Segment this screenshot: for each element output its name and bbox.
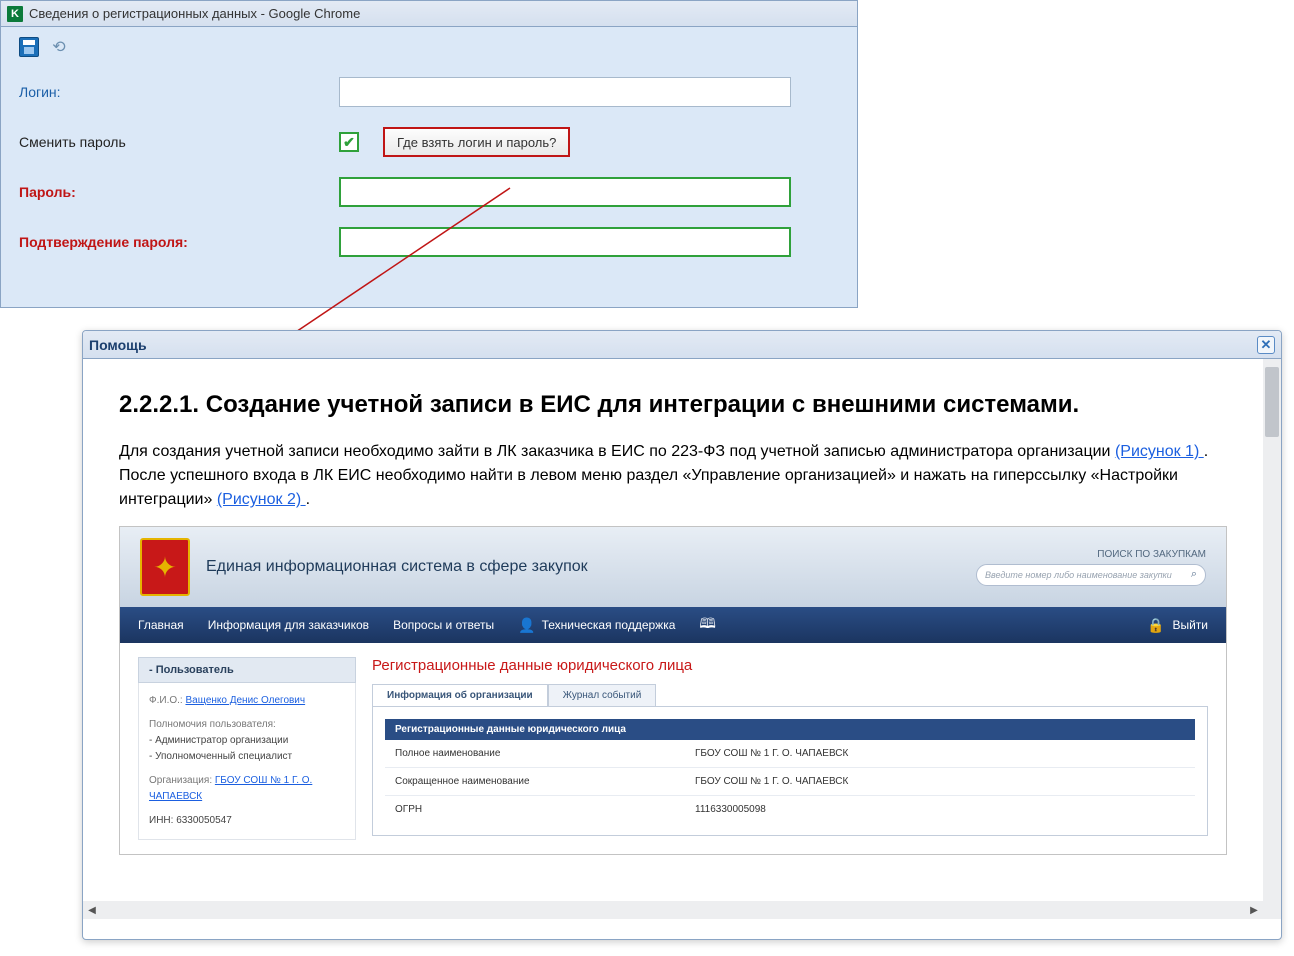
org-label: Организация: <box>149 775 215 786</box>
window-titlebar: K Сведения о регистрационных данных - Go… <box>1 1 857 27</box>
eis-panel-header: Регистрационные данные юридического лица <box>385 719 1195 740</box>
app-icon: K <box>7 6 23 22</box>
scrollbar-vertical[interactable] <box>1263 359 1281 919</box>
window-title: Сведения о регистрационных данных - Goog… <box>29 6 360 21</box>
help-title: Помощь <box>89 337 147 353</box>
nav-exit[interactable]: 🔒 Выйти <box>1147 617 1208 634</box>
eis-content: Регистрационные данные юридического лица… <box>372 657 1208 840</box>
eis-panel: Регистрационные данные юридического лица… <box>372 707 1208 836</box>
check-icon: ✔ <box>343 134 355 151</box>
scroll-right-icon[interactable]: ▶ <box>1245 901 1263 919</box>
eis-main: - Пользователь Ф.И.О.: Ващенко Денис Оле… <box>120 643 1226 854</box>
tab-org-info[interactable]: Информация об организации <box>372 684 548 706</box>
inn-text: ИНН: 6330050547 <box>149 813 345 829</box>
eis-emblem-icon: ✦ <box>140 538 190 596</box>
figure-2-link[interactable]: (Рисунок 2) <box>217 491 306 508</box>
eis-sidebar: - Пользователь Ф.И.О.: Ващенко Денис Оле… <box>138 657 356 840</box>
eis-tabs: Информация об организации Журнал событий <box>372 684 1208 707</box>
data-row: Полное наименование ГБОУ СОШ № 1 Г. О. Ч… <box>385 740 1195 768</box>
fio-label: Ф.И.О.: <box>149 695 185 706</box>
tab-event-log[interactable]: Журнал событий <box>548 684 657 706</box>
help-text-1: Для создания учетной записи необходимо з… <box>119 443 1115 460</box>
nav-info[interactable]: Информация для заказчиков <box>208 618 369 632</box>
data-value: 1116330005098 <box>695 804 1185 815</box>
figure-1-link[interactable]: (Рисунок 1) <box>1115 443 1204 460</box>
password-input[interactable] <box>339 177 791 207</box>
eis-header-title: Единая информационная система в сфере за… <box>206 558 588 576</box>
sidebar-user-header[interactable]: - Пользователь <box>138 657 356 683</box>
eis-content-title: Регистрационные данные юридического лица <box>372 657 1208 674</box>
search-icon: ⌕ <box>1191 568 1197 581</box>
lock-icon: 🔒 <box>1147 617 1164 634</box>
scroll-left-icon[interactable]: ◀ <box>83 901 101 919</box>
eis-search-label: ПОИСК ПО ЗАКУПКАМ <box>976 549 1206 560</box>
help-heading: 2.2.2.1. Создание учетной записи в ЕИС д… <box>119 389 1227 420</box>
book-icon[interactable]: 🕮 <box>699 613 716 637</box>
save-icon[interactable] <box>19 37 39 57</box>
sidebar-user-body: Ф.И.О.: Ващенко Денис Олегович Полномочи… <box>138 683 356 840</box>
eis-search-input[interactable]: Введите номер либо наименование закупки … <box>976 564 1206 586</box>
data-label: ОГРН <box>395 804 695 815</box>
confirm-password-input[interactable] <box>339 227 791 257</box>
data-row: ОГРН 1116330005098 <box>385 796 1195 823</box>
perm-2: - Уполномоченный специалист <box>149 749 345 765</box>
close-icon[interactable]: ✕ <box>1257 336 1275 354</box>
refresh-icon[interactable]: ⟲ <box>49 37 69 57</box>
eis-search-placeholder: Введите номер либо наименование закупки <box>985 570 1172 580</box>
nav-support[interactable]: 👤 Техническая поддержка <box>518 617 675 634</box>
data-label: Сокращенное наименование <box>395 776 695 787</box>
perm-1: - Администратор организации <box>149 733 345 749</box>
toolbar: ⟲ <box>19 37 839 57</box>
help-text-3: . <box>306 491 310 508</box>
data-value: ГБОУ СОШ № 1 Г. О. ЧАПАЕВСК <box>695 748 1185 759</box>
data-value: ГБОУ СОШ № 1 Г. О. ЧАПАЕВСК <box>695 776 1185 787</box>
eis-nav: Главная Информация для заказчиков Вопрос… <box>120 607 1226 643</box>
eis-search-area: ПОИСК ПО ЗАКУПКАМ Введите номер либо наи… <box>976 549 1206 586</box>
support-icon: 👤 <box>518 617 535 634</box>
scroll-thumb[interactable] <box>1265 367 1279 437</box>
nav-support-label: Техническая поддержка <box>542 618 676 632</box>
nav-main[interactable]: Главная <box>138 618 184 632</box>
change-password-checkbox[interactable]: ✔ <box>339 132 359 152</box>
help-paragraph: Для создания учетной записи необходимо з… <box>119 440 1227 512</box>
help-content: 2.2.2.1. Создание учетной записи в ЕИС д… <box>83 359 1263 899</box>
perm-label: Полномочия пользователя: <box>149 717 345 733</box>
scrollbar-horizontal[interactable]: ◀ ▶ <box>83 901 1263 919</box>
login-input[interactable] <box>339 77 791 107</box>
help-body: 2.2.2.1. Создание учетной записи в ЕИС д… <box>83 359 1281 919</box>
help-titlebar: Помощь ✕ <box>83 331 1281 359</box>
nav-exit-label: Выйти <box>1172 618 1208 632</box>
help-window: Помощь ✕ 2.2.2.1. Создание учетной запис… <box>82 330 1282 940</box>
password-label: Пароль: <box>19 184 339 200</box>
data-row: Сокращенное наименование ГБОУ СОШ № 1 Г.… <box>385 768 1195 796</box>
fio-link[interactable]: Ващенко Денис Олегович <box>185 695 305 706</box>
login-label: Логин: <box>19 84 339 100</box>
registration-window: K Сведения о регистрационных данных - Go… <box>0 0 858 308</box>
confirm-password-label: Подтверждение пароля: <box>19 234 339 250</box>
change-password-label: Сменить пароль <box>19 134 339 150</box>
form-body: ⟲ Логин: Сменить пароль ✔ Где взять логи… <box>1 27 857 307</box>
data-label: Полное наименование <box>395 748 695 759</box>
eis-header: ✦ Единая информационная система в сфере … <box>120 527 1226 607</box>
nav-faq[interactable]: Вопросы и ответы <box>393 618 494 632</box>
where-login-password-button[interactable]: Где взять логин и пароль? <box>383 127 570 157</box>
eis-screenshot: ✦ Единая информационная система в сфере … <box>119 526 1227 855</box>
